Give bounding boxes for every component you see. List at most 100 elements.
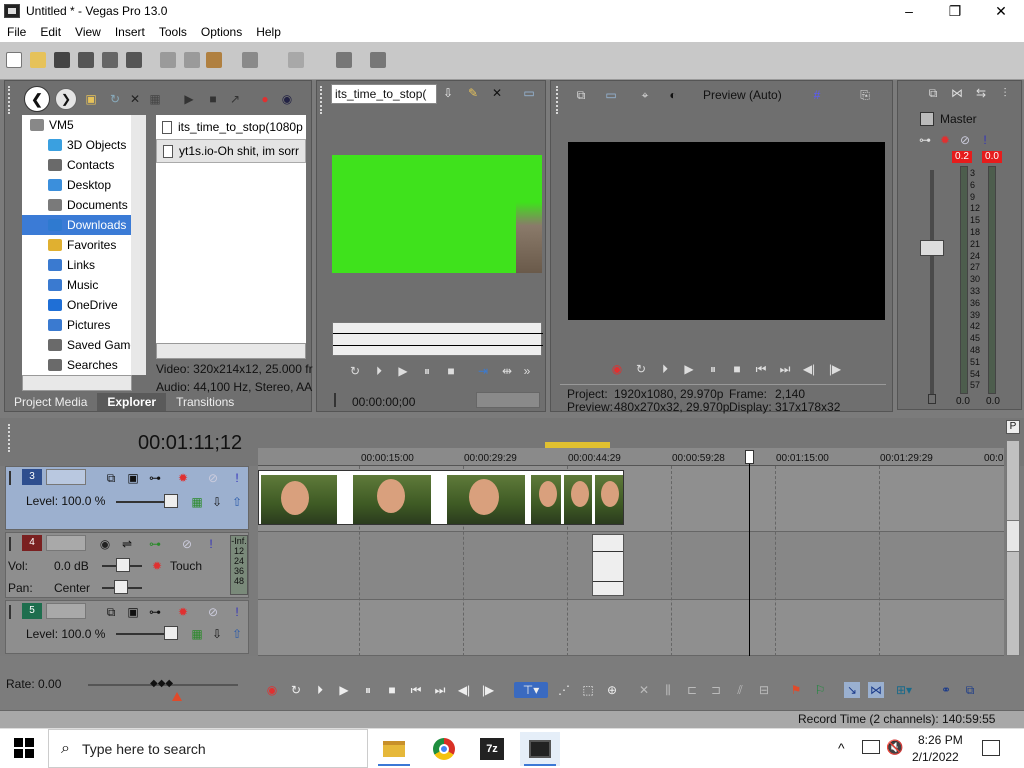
- fx-icon[interactable]: ⌖: [636, 86, 654, 104]
- trim-start-button[interactable]: ⊏: [684, 682, 700, 698]
- level-slider[interactable]: [164, 626, 178, 640]
- track-header-4[interactable]: 4 ◉ ⇌ ⊶ ⊘ ! Vol: 0.0 dB ✹ Touch Pan: Cen…: [5, 532, 249, 598]
- open-folder-icon[interactable]: [30, 52, 46, 68]
- go-to-end-button[interactable]: ⏭: [432, 682, 448, 698]
- compositing-icon[interactable]: ▦: [188, 493, 206, 511]
- master-automation-icon[interactable]: ⊶: [916, 131, 934, 149]
- track-name-field[interactable]: [46, 469, 86, 485]
- save-as-icon[interactable]: [78, 52, 94, 68]
- tab-project-media[interactable]: Project Media: [4, 393, 97, 411]
- add-insert-icon[interactable]: ⇥: [474, 362, 492, 380]
- copy-snapshot-icon[interactable]: ⎘: [856, 86, 874, 104]
- track-fx-gear-icon[interactable]: ✹: [174, 603, 192, 621]
- envelope-edit-tool[interactable]: ⋰: [556, 682, 572, 698]
- level-slider[interactable]: [164, 494, 178, 508]
- track-automation-icon[interactable]: ⊶: [146, 469, 164, 487]
- next-frame-button[interactable]: |▶: [480, 682, 496, 698]
- mixer-properties-icon[interactable]: ⧉: [924, 84, 942, 102]
- track-motion-icon[interactable]: ⧉: [102, 603, 120, 621]
- prev-frame-button[interactable]: ◀|: [456, 682, 472, 698]
- tree-item-favorites[interactable]: Favorites: [22, 235, 146, 255]
- tree-item-documents[interactable]: Documents: [22, 195, 146, 215]
- cut-icon[interactable]: [160, 52, 176, 68]
- mixer-meter-icon[interactable]: ⫶: [996, 84, 1014, 102]
- menu-help[interactable]: Help: [249, 25, 288, 39]
- insert-region-button[interactable]: ⚐: [812, 682, 828, 698]
- menu-file[interactable]: File: [0, 25, 33, 39]
- track-mute-icon[interactable]: ⊘: [204, 469, 222, 487]
- arm-record-icon[interactable]: ◉: [96, 535, 114, 553]
- volume-muted-icon[interactable]: 🔇: [886, 739, 903, 756]
- undo-icon[interactable]: [242, 52, 258, 68]
- panel-grip[interactable]: [8, 424, 11, 452]
- record-button[interactable]: ◉: [264, 682, 280, 698]
- copy-icon[interactable]: [184, 52, 200, 68]
- file-item[interactable]: its_time_to_stop(1080p: [156, 115, 306, 139]
- track-fx-gear-icon[interactable]: ✹: [148, 557, 166, 575]
- auto-crossfades-button[interactable]: ⋈: [868, 682, 884, 698]
- track-automation-icon[interactable]: ⊶: [146, 603, 164, 621]
- file-item[interactable]: yt1s.io-Oh shit, im sorr: [156, 139, 306, 163]
- tree-item-pictures[interactable]: Pictures: [22, 315, 146, 335]
- tree-item-music[interactable]: Music: [22, 275, 146, 295]
- play-button[interactable]: ▶: [336, 682, 352, 698]
- track-name-field[interactable]: [46, 603, 86, 619]
- refresh-icon[interactable]: ↻: [106, 90, 124, 108]
- menu-options[interactable]: Options: [194, 25, 249, 39]
- track-collapse-icon[interactable]: [9, 471, 17, 485]
- taskbar-search-box[interactable]: ⌕ Type here to search: [48, 729, 368, 768]
- chevron-up-icon[interactable]: ^: [838, 740, 845, 756]
- preview-prev-frame-icon[interactable]: ◀|: [800, 360, 818, 378]
- track-mute-icon[interactable]: ⊘: [204, 603, 222, 621]
- properties-icon[interactable]: [126, 52, 142, 68]
- preview-quality-dropdown[interactable]: Preview (Auto): [703, 88, 782, 102]
- master-solo-icon[interactable]: !: [976, 131, 994, 149]
- 7zip-taskbar-icon[interactable]: 7z: [472, 732, 512, 766]
- compositing-child-icon[interactable]: ⇩: [208, 625, 226, 643]
- track-solo-icon[interactable]: !: [228, 603, 246, 621]
- save-icon[interactable]: [54, 52, 70, 68]
- zoom-edit-tool[interactable]: ⊕: [604, 682, 620, 698]
- close-button[interactable]: ✕: [978, 0, 1024, 22]
- track-header-3[interactable]: 3 ⧉ ▣ ⊶ ✹ ⊘ ! Level: 100.0 % ▦ ⇩ ⇧: [5, 466, 249, 530]
- automation-mode[interactable]: Touch: [170, 559, 202, 573]
- loop-icon[interactable]: ↻: [346, 362, 364, 380]
- playhead-handle[interactable]: [745, 450, 754, 464]
- play-from-start-icon[interactable]: ⏵: [370, 362, 388, 380]
- mixer-downmix-icon[interactable]: ⋈: [948, 84, 966, 102]
- audio-event[interactable]: [592, 534, 624, 596]
- compositing-child-icon[interactable]: ⇩: [208, 493, 226, 511]
- tree-item-onedrive[interactable]: OneDrive: [22, 295, 146, 315]
- edit-tool-icon[interactable]: [336, 52, 352, 68]
- track-header-5[interactable]: 5 ⧉ ▣ ⊶ ✹ ⊘ ! Level: 100.0 % ▦ ⇩ ⇧: [5, 600, 249, 654]
- lock-button[interactable]: ⊟: [756, 682, 772, 698]
- vegas-taskbar-icon[interactable]: [520, 732, 560, 766]
- make-parent-icon[interactable]: ⇧: [228, 625, 246, 643]
- split-button[interactable]: ⫽: [732, 682, 748, 698]
- track-mute-icon[interactable]: ⊘: [178, 535, 196, 553]
- track-name-field[interactable]: [46, 535, 86, 551]
- split-screen-icon[interactable]: ◐: [664, 86, 682, 104]
- master-fader[interactable]: [920, 240, 944, 256]
- file-hscrollbar[interactable]: [156, 343, 306, 359]
- minimize-button[interactable]: –: [886, 0, 932, 22]
- go-to-start-button[interactable]: ⏮: [408, 682, 424, 698]
- network-icon[interactable]: [862, 740, 880, 754]
- new-file-icon[interactable]: [6, 52, 22, 68]
- auto-preview-icon[interactable]: ↗: [226, 90, 244, 108]
- media-fx-icon[interactable]: ⇩: [439, 84, 457, 102]
- help-pointer-icon[interactable]: [370, 52, 386, 68]
- clear-trimmer-icon[interactable]: ✕: [488, 84, 506, 102]
- preview-properties-icon[interactable]: ⧉: [572, 86, 590, 104]
- mixer-dim-icon[interactable]: ⇆: [972, 84, 990, 102]
- external-monitor-icon[interactable]: ▭: [602, 86, 620, 104]
- ignore-grouping-button[interactable]: ⧉: [962, 682, 978, 698]
- pause-button[interactable]: ⏸: [360, 682, 376, 698]
- windows-start-icon[interactable]: [14, 738, 34, 758]
- master-mute-icon[interactable]: ⊘: [956, 131, 974, 149]
- record-icon[interactable]: ●: [256, 90, 274, 108]
- rate-slider[interactable]: ◆◆◆: [150, 678, 173, 690]
- tree-item-contacts[interactable]: Contacts: [22, 155, 146, 175]
- trimmer-source-dropdown[interactable]: its_time_to_stop(: [331, 84, 437, 104]
- preview-stop-icon[interactable]: ■: [728, 360, 746, 378]
